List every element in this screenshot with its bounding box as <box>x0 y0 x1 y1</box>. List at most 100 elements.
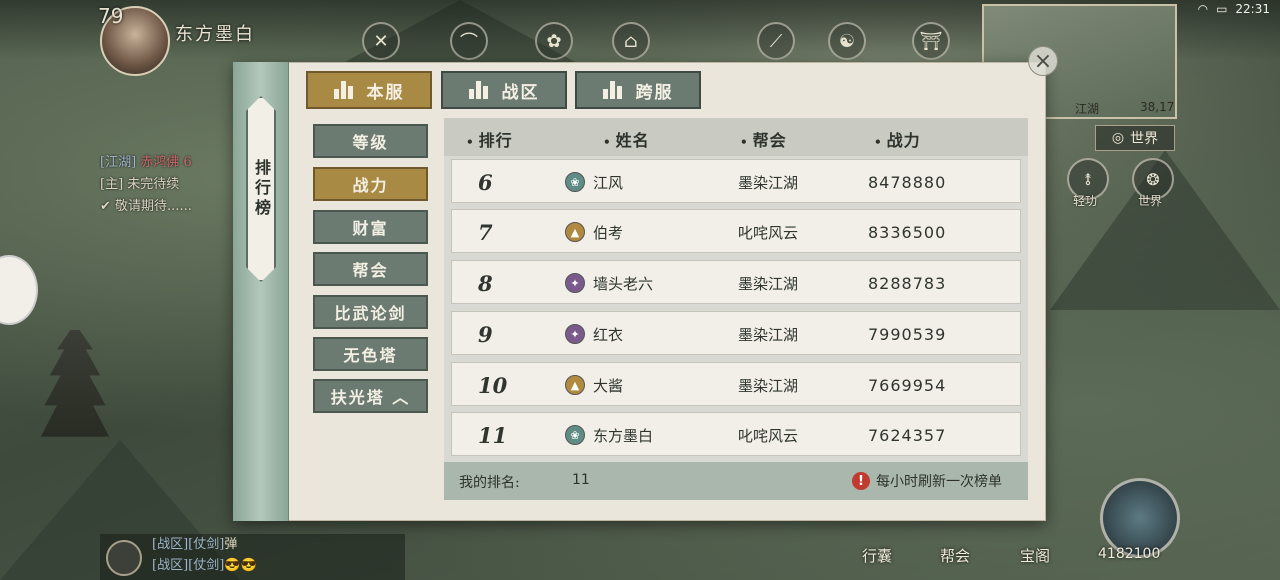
name-cell: ✦ 红衣 <box>565 312 623 356</box>
chat-text: 😎😎 <box>224 558 257 573</box>
world-icon: ◎ <box>1111 130 1125 146</box>
category-guild[interactable]: 帮会 <box>313 252 428 286</box>
category-colorless-tower[interactable]: 无色塔 <box>313 337 428 371</box>
my-rank-value: 11 <box>572 472 590 488</box>
close-icon[interactable]: × <box>1028 46 1058 76</box>
table-row[interactable]: 8 ✦ 墙头老六 墨染江湖 8288783 <box>451 260 1021 304</box>
battery-icon: ▭ <box>1216 2 1228 16</box>
power-cell: 7990539 <box>868 324 947 344</box>
chat-box[interactable]: [江湖] 赤鸿佛 6 [主] 未完待续 ✔ 敬请期待...... <box>100 152 240 218</box>
bottom-nav-guild[interactable]: 帮会 <box>940 545 970 566</box>
bottom-chat[interactable]: [战区][仗剑]弹 [战区][仗剑]😎😎 <box>100 534 405 580</box>
tab-label: 本服 <box>366 82 405 103</box>
rank-cell: 11 <box>478 422 508 448</box>
skill-icon[interactable]: ✕ <box>362 22 400 60</box>
name-cell: ▲ 大酱 <box>565 363 623 407</box>
column-header-rank: 排行 <box>466 127 513 151</box>
table-row[interactable]: 10 ▲ 大酱 墨染江湖 7669954 <box>451 362 1021 406</box>
power-cell: 8336500 <box>868 222 947 242</box>
guild-emblem-icon: ✦ <box>565 273 585 293</box>
assistant-bubble[interactable] <box>0 255 38 325</box>
table-row[interactable]: 9 ✦ 红衣 墨染江湖 7990539 <box>451 311 1021 355</box>
power-cell: 7624357 <box>868 425 947 445</box>
check-icon: ✔ <box>100 199 111 214</box>
panel-title: 排行榜 <box>252 159 271 219</box>
chat-tag: [仗剑] <box>188 558 225 573</box>
guild-cell: 墨染江湖 <box>738 173 799 192</box>
bar-chart-icon <box>468 81 488 99</box>
panel-title-scroll: 排行榜 <box>246 96 276 282</box>
tab-local-server[interactable]: 本服 <box>306 71 432 109</box>
guild-emblem-icon: ❀ <box>565 425 585 445</box>
category-wealth[interactable]: 财富 <box>313 210 428 244</box>
category-fuguang-tower[interactable]: 扶光塔 ︿ <box>313 379 428 413</box>
player-name-text: 墙头老六 <box>593 274 654 293</box>
category-power[interactable]: 战力 <box>313 167 428 201</box>
chat-line: [江湖] 赤鸿佛 6 <box>100 152 240 174</box>
minimap-coords: 38,17 <box>1140 100 1175 114</box>
guild-emblem-icon: ▲ <box>565 222 585 242</box>
wifi-icon: ◠ <box>1197 2 1209 16</box>
side-button-label-1: 世界 <box>1138 194 1163 208</box>
chat-tag: [仗剑] <box>188 537 225 552</box>
tab-label: 战区 <box>501 82 540 103</box>
guild-cell: 叱咤风云 <box>738 223 799 242</box>
player-name-text: 红衣 <box>593 325 624 344</box>
category-duel[interactable]: 比武论剑 <box>313 295 428 329</box>
chat-channel: [主] <box>100 177 124 192</box>
player-name: 东方墨白 <box>175 24 255 45</box>
guild-cell: 叱咤风云 <box>738 426 799 445</box>
bottom-chat-line: [战区][仗剑]😎😎 <box>152 555 405 576</box>
power-cell: 7669954 <box>868 375 947 395</box>
world-map-label: 世界 <box>1130 131 1159 147</box>
bar-chart-icon <box>333 81 353 99</box>
warning-icon: ! <box>852 472 870 490</box>
category-level[interactable]: 等级 <box>313 124 428 158</box>
pagoda-landmark[interactable] <box>40 330 110 437</box>
chat-text: 弹 <box>224 537 238 552</box>
guild-cell: 墨染江湖 <box>738 376 799 395</box>
rank-cell: 6 <box>478 169 493 195</box>
chat-line: ✔ 敬请期待...... <box>100 196 240 218</box>
chat-avatar <box>106 540 142 576</box>
pagoda-icon[interactable]: ⌂ <box>612 22 650 60</box>
table-header <box>444 118 1028 156</box>
tab-cross-server[interactable]: 跨服 <box>575 71 701 109</box>
meditate-icon[interactable]: ☯ <box>828 22 866 60</box>
bottom-chat-line: [战区][仗剑]弹 <box>152 534 405 555</box>
player-name-text: 伯考 <box>593 223 624 242</box>
table-row[interactable]: 6 ❀ 江风 墨染江湖 8478880 <box>451 159 1021 203</box>
bottom-nav-bag[interactable]: 行囊 <box>862 545 892 566</box>
table-row[interactable]: 7 ▲ 伯考 叱咤风云 8336500 <box>451 209 1021 253</box>
player-level: 79 <box>98 4 124 28</box>
guild-emblem-icon: ❀ <box>565 172 585 192</box>
tab-war-zone[interactable]: 战区 <box>441 71 567 109</box>
column-header-name: 姓名 <box>603 127 650 151</box>
rank-cell: 7 <box>478 219 493 245</box>
table-row[interactable]: 11 ❀ 东方墨白 叱咤风云 7624357 <box>451 412 1021 456</box>
total-power: 4182100 <box>1098 546 1161 562</box>
column-header-power: 战力 <box>874 127 921 151</box>
bow-icon[interactable]: ⌒ <box>450 22 488 60</box>
side-button-label-0: 轻功 <box>1073 194 1098 208</box>
chat-text: 赤鸿佛 6 <box>140 155 192 170</box>
gate-icon[interactable]: ⛩ <box>912 22 950 60</box>
name-cell: ▲ 伯考 <box>565 210 623 254</box>
chat-line: [主] 未完待续 <box>100 174 240 196</box>
sword-icon[interactable]: ⟋ <box>757 22 795 60</box>
guild-emblem-icon: ▲ <box>565 375 585 395</box>
name-cell: ❀ 江风 <box>565 160 623 204</box>
world-map-button[interactable]: ◎ 世界 <box>1095 125 1175 151</box>
chat-tag: [战区] <box>152 537 189 552</box>
bottom-nav-treasure[interactable]: 宝阁 <box>1020 545 1050 566</box>
rank-cell: 8 <box>478 270 493 296</box>
chat-text: 敬请期待...... <box>115 199 192 214</box>
guild-emblem-icon: ✦ <box>565 324 585 344</box>
lotus-icon[interactable]: ✿ <box>535 22 573 60</box>
name-cell: ❀ 东方墨白 <box>565 413 653 457</box>
column-header-guild: 帮会 <box>740 127 787 151</box>
guild-cell: 墨染江湖 <box>738 325 799 344</box>
name-cell: ✦ 墙头老六 <box>565 261 653 305</box>
guild-cell: 墨染江湖 <box>738 274 799 293</box>
power-cell: 8288783 <box>868 273 947 293</box>
